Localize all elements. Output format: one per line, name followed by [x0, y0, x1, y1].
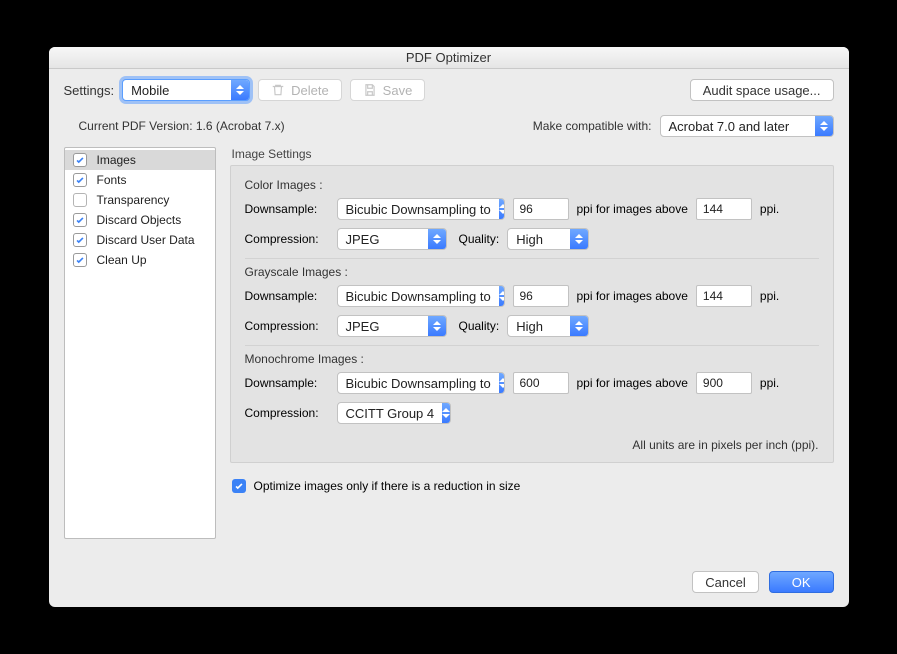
quality-label: Quality:	[459, 232, 500, 246]
current-version-label: Current PDF Version: 1.6 (Acrobat 7.x)	[79, 119, 285, 133]
sidebar-checkbox[interactable]	[73, 253, 87, 267]
sidebar-checkbox[interactable]	[73, 233, 87, 247]
check-icon	[75, 215, 85, 225]
ppi-mid-label: ppi for images above	[577, 376, 688, 390]
settings-panel-area: Image Settings Color Images : Downsample…	[230, 147, 834, 549]
toolbar: Settings: Mobile Delete Save Audit space…	[49, 69, 849, 109]
window-titlebar: PDF Optimizer	[49, 47, 849, 69]
color-quality-select[interactable]: High	[507, 228, 589, 250]
quality-label: Quality:	[459, 319, 500, 333]
gray-quality-select[interactable]: High	[507, 315, 589, 337]
optimize-row: Optimize images only if there is a reduc…	[230, 463, 834, 493]
gray-ppi-input[interactable]	[513, 285, 569, 307]
sidebar-item-images[interactable]: Images	[65, 150, 215, 170]
mono-compression-select[interactable]: CCITT Group 4	[337, 402, 451, 424]
downsample-label: Downsample:	[245, 376, 329, 390]
color-above-input[interactable]	[696, 198, 752, 220]
mono-ppi-input[interactable]	[513, 372, 569, 394]
mono-above-input[interactable]	[696, 372, 752, 394]
sidebar-item-label: Transparency	[97, 193, 170, 207]
delete-button-label: Delete	[291, 83, 329, 98]
optimize-checkbox[interactable]	[232, 479, 246, 493]
settings-label: Settings:	[64, 83, 115, 98]
sidebar-item-fonts[interactable]: Fonts	[65, 170, 215, 190]
window-title: PDF Optimizer	[406, 50, 491, 65]
color-downsample-select[interactable]: Bicubic Downsampling to	[337, 198, 505, 220]
settings-select-value: Mobile	[123, 83, 231, 98]
ppi-unit-label: ppi.	[760, 202, 779, 216]
sidebar-item-label: Clean Up	[97, 253, 147, 267]
chevron-updown-icon	[570, 229, 588, 249]
compat-label: Make compatible with:	[533, 119, 652, 133]
version-row: Current PDF Version: 1.6 (Acrobat 7.x) M…	[49, 109, 849, 147]
downsample-label: Downsample:	[245, 202, 329, 216]
chevron-updown-icon	[428, 316, 446, 336]
compat-select-value: Acrobat 7.0 and later	[661, 119, 815, 134]
units-note: All units are in pixels per inch (ppi).	[245, 432, 819, 452]
ppi-unit-label: ppi.	[760, 289, 779, 303]
monochrome-images-heading: Monochrome Images :	[245, 352, 819, 366]
ok-button[interactable]: OK	[769, 571, 834, 593]
settings-select[interactable]: Mobile	[122, 79, 250, 101]
dialog-footer: Cancel OK	[49, 561, 849, 607]
check-icon	[234, 481, 244, 491]
chevron-updown-icon	[499, 286, 505, 306]
ppi-unit-label: ppi.	[760, 376, 779, 390]
color-ppi-input[interactable]	[513, 198, 569, 220]
chevron-updown-icon	[499, 199, 505, 219]
check-icon	[75, 175, 85, 185]
downsample-label: Downsample:	[245, 289, 329, 303]
sidebar-checkbox[interactable]	[73, 193, 87, 207]
sidebar-item-label: Discard User Data	[97, 233, 195, 247]
floppy-icon	[363, 83, 377, 97]
gray-above-input[interactable]	[696, 285, 752, 307]
optimize-checkbox-label: Optimize images only if there is a reduc…	[254, 479, 521, 493]
pdf-optimizer-dialog: PDF Optimizer Settings: Mobile Delete Sa…	[49, 47, 849, 607]
compression-label: Compression:	[245, 319, 329, 333]
panel-title: Image Settings	[230, 147, 834, 165]
sidebar-item-discard-objects[interactable]: Discard Objects	[65, 210, 215, 230]
sidebar-item-transparency[interactable]: Transparency	[65, 190, 215, 210]
sidebar-item-clean-up[interactable]: Clean Up	[65, 250, 215, 270]
image-settings-panel: Color Images : Downsample: Bicubic Downs…	[230, 165, 834, 463]
compression-label: Compression:	[245, 406, 329, 420]
sidebar-item-label: Discard Objects	[97, 213, 182, 227]
check-icon	[75, 155, 85, 165]
ppi-mid-label: ppi for images above	[577, 202, 688, 216]
sidebar-checkbox[interactable]	[73, 173, 87, 187]
sidebar-checkbox[interactable]	[73, 153, 87, 167]
save-button[interactable]: Save	[350, 79, 426, 101]
audit-space-button[interactable]: Audit space usage...	[690, 79, 834, 101]
gray-downsample-select[interactable]: Bicubic Downsampling to	[337, 285, 505, 307]
compression-label: Compression:	[245, 232, 329, 246]
sidebar-item-discard-user-data[interactable]: Discard User Data	[65, 230, 215, 250]
chevron-updown-icon	[815, 116, 833, 136]
sidebar-checkbox[interactable]	[73, 213, 87, 227]
check-icon	[75, 255, 85, 265]
chevron-updown-icon	[231, 80, 249, 100]
sidebar-item-label: Fonts	[97, 173, 127, 187]
delete-button[interactable]: Delete	[258, 79, 342, 101]
cancel-button[interactable]: Cancel	[692, 571, 758, 593]
chevron-updown-icon	[428, 229, 446, 249]
ppi-mid-label: ppi for images above	[577, 289, 688, 303]
category-sidebar: Images Fonts Transparency Discard Objects Di…	[64, 147, 216, 539]
mono-downsample-select[interactable]: Bicubic Downsampling to	[337, 372, 505, 394]
trash-icon	[271, 83, 285, 97]
check-icon	[75, 235, 85, 245]
color-images-heading: Color Images :	[245, 178, 819, 192]
chevron-updown-icon	[499, 373, 505, 393]
save-button-label: Save	[383, 83, 413, 98]
chevron-updown-icon	[442, 403, 450, 423]
gray-compression-select[interactable]: JPEG	[337, 315, 447, 337]
sidebar-item-label: Images	[97, 153, 136, 167]
chevron-updown-icon	[570, 316, 588, 336]
grayscale-images-heading: Grayscale Images :	[245, 265, 819, 279]
audit-space-label: Audit space usage...	[703, 83, 821, 98]
color-compression-select[interactable]: JPEG	[337, 228, 447, 250]
compat-select[interactable]: Acrobat 7.0 and later	[660, 115, 834, 137]
